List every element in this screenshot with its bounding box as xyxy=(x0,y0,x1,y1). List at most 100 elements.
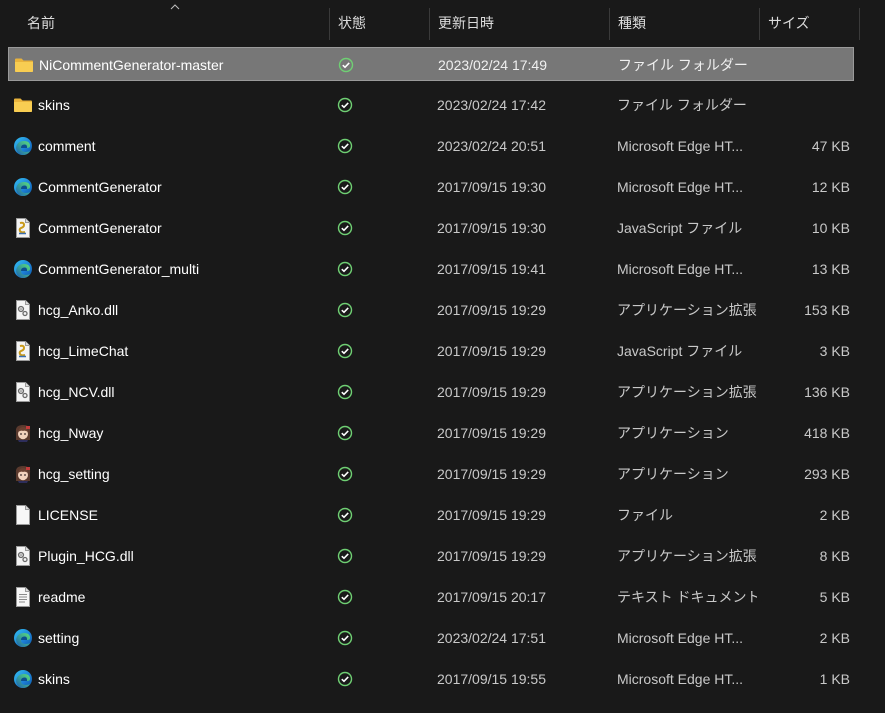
file-row[interactable]: NiCommentGenerator-master 2023/02/24 17:4… xyxy=(8,47,854,81)
sync-status-ok-icon xyxy=(333,662,357,696)
file-type: テキスト ドキュメント xyxy=(617,589,757,605)
sync-status-ok-icon xyxy=(333,621,357,655)
file-size: 12 KB xyxy=(811,179,850,195)
sync-status-ok-icon xyxy=(333,129,357,163)
file-size: 13 KB xyxy=(811,261,850,277)
dll-file-icon xyxy=(11,539,35,573)
file-type: JavaScript ファイル xyxy=(617,220,743,236)
file-row[interactable]: setting 2023/02/24 17:51 Microsoft Edge HT… xyxy=(8,621,854,655)
file-row[interactable]: CommentGenerator_multi 2017/09/15 19:41 Mi… xyxy=(8,252,854,286)
column-header-date[interactable]: 更新日時 xyxy=(429,0,609,46)
file-type: Microsoft Edge HT... xyxy=(617,671,744,687)
file-type: Microsoft Edge HT... xyxy=(617,138,744,154)
edge-icon xyxy=(11,170,35,204)
file-name: Plugin_HCG.dll xyxy=(38,548,134,564)
sync-status-ok-icon xyxy=(333,293,357,327)
file-modified-date: 2023/02/24 20:51 xyxy=(437,138,546,154)
sync-status-ok-icon xyxy=(333,539,357,573)
dll-file-icon xyxy=(11,375,35,409)
column-header-bar: 名前 状態 更新日時 種類 サイズ xyxy=(0,0,885,46)
file-size: 10 KB xyxy=(811,220,850,236)
file-size: 1 KB xyxy=(819,671,850,687)
file-name: skins xyxy=(38,97,70,113)
sync-status-ok-icon xyxy=(333,580,357,614)
file-name: hcg_NCV.dll xyxy=(38,384,115,400)
file-size: 153 KB xyxy=(804,302,850,318)
file-size: 293 KB xyxy=(804,466,850,482)
file-modified-date: 2017/09/15 19:29 xyxy=(437,384,546,400)
file-name: CommentGenerator xyxy=(38,179,162,195)
sync-status-ok-icon xyxy=(333,211,357,245)
file-row[interactable]: hcg_NCV.dll 2017/09/15 19:29 アプリケーション拡張 136… xyxy=(8,375,854,409)
file-row[interactable]: CommentGenerator 2017/09/15 19:30 JavaScri… xyxy=(8,211,854,245)
file-type: アプリケーション xyxy=(617,425,729,441)
file-row[interactable]: hcg_Anko.dll 2017/09/15 19:29 アプリケーション拡張 15… xyxy=(8,293,854,327)
file-modified-date: 2017/09/15 19:41 xyxy=(437,261,546,277)
file-name: setting xyxy=(38,630,80,646)
file-name: comment xyxy=(38,138,96,154)
file-size: 3 KB xyxy=(819,343,850,359)
sync-status-ok-icon xyxy=(333,416,357,450)
sync-status-ok-icon xyxy=(333,334,357,368)
file-name: NiCommentGenerator-master xyxy=(39,57,224,73)
file-name: LICENSE xyxy=(38,507,98,523)
file-modified-date: 2023/02/24 17:49 xyxy=(438,57,547,73)
file-type: アプリケーション xyxy=(617,466,729,482)
js-file-icon xyxy=(11,211,35,245)
file-name: CommentGenerator_multi xyxy=(38,261,200,277)
file-row[interactable]: comment 2023/02/24 20:51 Microsoft Edge HT… xyxy=(8,129,854,163)
file-row[interactable]: hcg_Nway 2017/09/15 19:29 アプリケーション 418 KB xyxy=(8,416,854,450)
folder-icon xyxy=(11,88,35,122)
file-size: 418 KB xyxy=(804,425,850,441)
edge-icon xyxy=(11,129,35,163)
file-row[interactable]: LICENSE 2017/09/15 19:29 ファイル 2 KB xyxy=(8,498,854,532)
file-size: 2 KB xyxy=(819,507,850,523)
file-row[interactable]: Plugin_HCG.dll 2017/09/15 19:29 アプリケーション拡張… xyxy=(8,539,854,573)
file-modified-date: 2017/09/15 19:55 xyxy=(437,671,546,687)
js-file-icon xyxy=(11,334,35,368)
file-size: 8 KB xyxy=(819,548,850,564)
file-name: skins xyxy=(38,671,70,687)
column-header-name[interactable]: 名前 xyxy=(18,0,328,46)
text-file-icon xyxy=(11,580,35,614)
file-modified-date: 2017/09/15 19:29 xyxy=(437,507,546,523)
file-row[interactable]: skins 2023/02/24 17:42 ファイル フォルダー xyxy=(8,88,854,122)
file-modified-date: 2017/09/15 19:30 xyxy=(437,179,546,195)
sync-status-ok-icon xyxy=(333,170,357,204)
file-modified-date: 2023/02/24 17:42 xyxy=(437,97,546,113)
folder-icon xyxy=(12,48,36,82)
edge-icon xyxy=(11,662,35,696)
file-modified-date: 2017/09/15 19:29 xyxy=(437,425,546,441)
column-header-status[interactable]: 状態 xyxy=(329,0,429,46)
sync-status-ok-icon xyxy=(333,252,357,286)
file-modified-date: 2017/09/15 19:29 xyxy=(437,302,546,318)
sync-status-ok-icon xyxy=(333,88,357,122)
file-size xyxy=(768,88,850,122)
file-name: hcg_Nway xyxy=(38,425,104,441)
app-character-icon xyxy=(11,457,35,491)
file-row[interactable]: skins 2017/09/15 19:55 Microsoft Edge HT..… xyxy=(8,662,854,696)
file-modified-date: 2023/02/24 17:51 xyxy=(437,630,546,646)
file-row[interactable]: CommentGenerator 2017/09/15 19:30 Microsof… xyxy=(8,170,854,204)
column-header-type[interactable]: 種類 xyxy=(609,0,759,46)
file-size: 5 KB xyxy=(819,589,850,605)
file-size: 2 KB xyxy=(819,630,850,646)
file-modified-date: 2017/09/15 19:29 xyxy=(437,343,546,359)
sync-status-ok-icon xyxy=(333,375,357,409)
file-modified-date: 2017/09/15 19:30 xyxy=(437,220,546,236)
file-row[interactable]: readme 2017/09/15 20:17 テキスト ドキュメント 5 KB xyxy=(8,580,854,614)
file-type: Microsoft Edge HT... xyxy=(617,630,744,646)
edge-icon xyxy=(11,621,35,655)
file-size: 47 KB xyxy=(811,138,850,154)
file-type: アプリケーション拡張 xyxy=(617,548,757,564)
column-divider[interactable] xyxy=(859,8,860,40)
file-size xyxy=(769,48,851,82)
file-type: アプリケーション拡張 xyxy=(617,384,757,400)
sync-status-ok-icon xyxy=(333,457,357,491)
file-row[interactable]: hcg_setting 2017/09/15 19:29 アプリケーション 293 K… xyxy=(8,457,854,491)
file-modified-date: 2017/09/15 20:17 xyxy=(437,589,546,605)
file-type: JavaScript ファイル xyxy=(617,343,743,359)
column-header-size[interactable]: サイズ xyxy=(759,0,859,46)
file-type: ファイル フォルダー xyxy=(618,57,748,73)
file-row[interactable]: hcg_LimeChat 2017/09/15 19:29 JavaScript フ… xyxy=(8,334,854,368)
